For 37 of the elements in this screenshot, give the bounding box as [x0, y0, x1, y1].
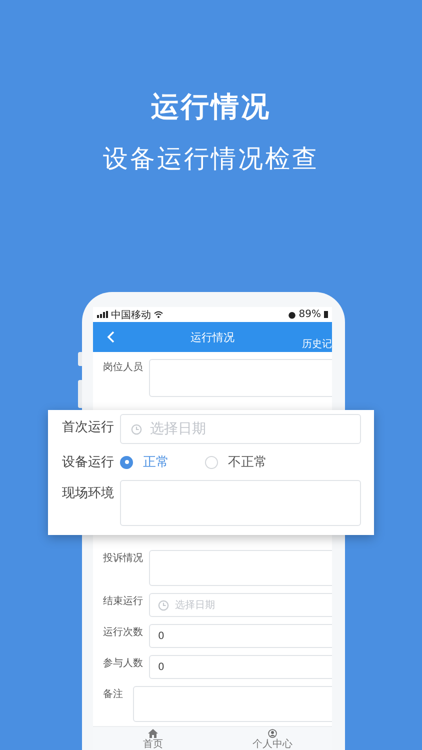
text-area[interactable] — [149, 550, 332, 586]
number-field[interactable]: 0 — [149, 655, 332, 679]
number-field[interactable]: 0 — [149, 624, 332, 648]
placeholder-text: 选择日期 — [150, 420, 206, 438]
battery-level: 89% — [298, 309, 321, 320]
wifi-icon — [154, 311, 163, 318]
nav-title: 运行情况 — [190, 330, 234, 344]
radio-button[interactable] — [120, 456, 133, 468]
field-value: 0 — [158, 662, 164, 672]
clock-icon — [158, 600, 169, 610]
field-label: 运行次数 — [103, 626, 144, 639]
page-title: 运行情况 — [151, 89, 271, 125]
field-label: 结束运行 — [103, 594, 144, 608]
signal-icon — [97, 311, 108, 318]
text-area[interactable] — [149, 359, 332, 397]
option-label: 正常 — [143, 454, 169, 471]
field-value: 0 — [158, 630, 164, 642]
field-label: 设备运行 — [62, 454, 115, 471]
tab-item[interactable]: 首页 — [93, 727, 212, 750]
field-label: 现场环境 — [62, 485, 115, 502]
field-label: 岗位人员 — [103, 360, 144, 374]
option-label: 不正常 — [228, 454, 267, 471]
clock-icon — [131, 424, 142, 434]
user-icon — [266, 729, 278, 738]
home-icon — [148, 729, 158, 738]
page-subtitle: 设备运行情况检查 — [103, 143, 319, 175]
field-label: 备注 — [103, 688, 124, 701]
text-area[interactable] — [120, 480, 361, 526]
field-label: 首次运行 — [62, 419, 115, 436]
text-area[interactable] — [133, 686, 332, 722]
field-label: 投诉情况 — [103, 552, 144, 565]
tab-item[interactable]: 个人中心 — [212, 727, 332, 750]
field-label: 参与人数 — [103, 656, 144, 670]
history-link[interactable]: 历史记 — [302, 337, 332, 351]
carrier-name: 中国移动 — [111, 308, 151, 322]
placeholder-text: 选择日期 — [175, 598, 215, 612]
back-icon[interactable] — [107, 331, 115, 343]
